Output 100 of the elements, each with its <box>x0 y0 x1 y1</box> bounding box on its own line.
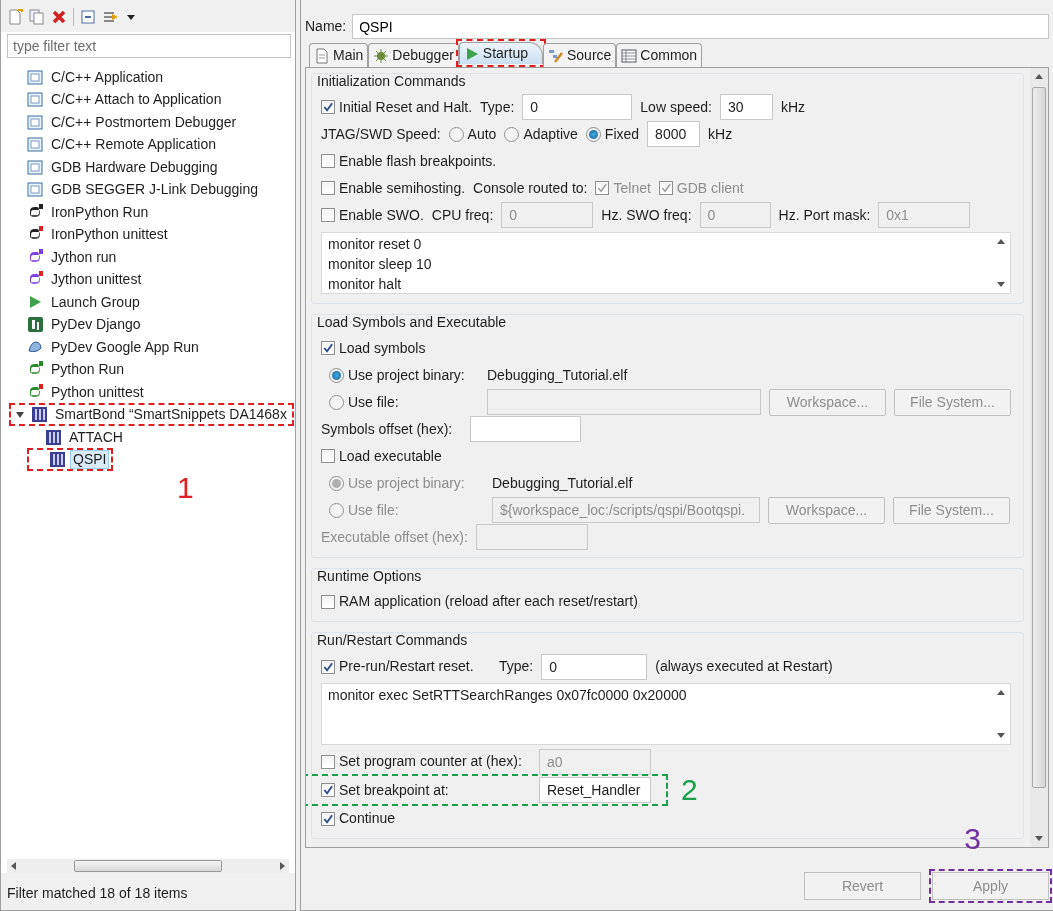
checkbox-label[interactable]: Continue <box>339 810 396 828</box>
checkbox-label[interactable]: Initial Reset and Halt. <box>339 98 473 116</box>
checkbox-label[interactable]: Enable SWO. <box>339 206 424 224</box>
tree-item[interactable]: Launch Group <box>48 292 143 312</box>
c-file-icon <box>27 68 44 86</box>
callout-number: 2 <box>681 775 698 806</box>
radio-button[interactable] <box>329 367 344 383</box>
text-field[interactable]: Reset_Handler <box>539 777 651 804</box>
checkbox[interactable] <box>321 659 335 674</box>
checkbox[interactable] <box>321 754 335 769</box>
field-label: Low speed: <box>640 98 712 116</box>
tree-item[interactable]: GDB Hardware Debugging <box>48 157 221 177</box>
field-label: kHz <box>780 98 806 116</box>
bug-icon <box>373 47 390 64</box>
field-label: Executable offset (hex): <box>321 528 468 546</box>
checkbox[interactable] <box>321 100 335 115</box>
c-file-icon <box>27 136 44 154</box>
radio-label[interactable]: Fixed <box>604 125 640 143</box>
tree-item[interactable]: SmartBond “SmartSnippets DA1468x <box>52 405 290 425</box>
field-label: Debugging_Tutorial.elf <box>487 366 628 384</box>
tree-item[interactable]: PyDev Django <box>48 315 144 335</box>
new-file-icon[interactable] <box>7 9 23 25</box>
tab[interactable]: Source <box>543 43 617 67</box>
c-file-icon <box>27 158 44 176</box>
collapse-icon[interactable] <box>80 9 96 25</box>
tab[interactable]: Startup <box>458 42 543 64</box>
checkbox-label[interactable]: Set program counter at (hex): <box>339 753 522 771</box>
field-label: CPU freq: <box>431 206 494 224</box>
expand-toggle-icon[interactable] <box>16 411 24 418</box>
tree-item[interactable]: IronPython unittest <box>48 225 171 245</box>
c-file-icon <box>27 113 44 131</box>
text-area[interactable]: monitor exec SetRTTSearchRanges 0x07fc0000 0x20000 <box>321 683 1011 746</box>
checkbox[interactable] <box>321 449 335 464</box>
duplicate-icon[interactable] <box>29 9 45 25</box>
checkbox-label[interactable]: Load executable <box>339 447 442 465</box>
checkbox-label[interactable]: Set breakpoint at: <box>339 781 449 799</box>
text-field[interactable]: 0 <box>541 653 648 680</box>
text-field[interactable]: 0 <box>522 94 633 121</box>
delete-icon[interactable] <box>51 9 67 25</box>
checkbox[interactable] <box>321 341 335 356</box>
table-icon <box>621 47 638 64</box>
text-area[interactable]: monitor reset 0 monitor sleep 10 monitor halt <box>321 231 1011 294</box>
filter-icon[interactable] <box>102 9 120 25</box>
radio-button[interactable] <box>329 394 344 410</box>
tab[interactable]: Debugger <box>368 43 459 67</box>
tree-item[interactable]: C/C++ Application <box>48 67 167 87</box>
text-field[interactable]: 30 <box>719 94 773 121</box>
field-label: kHz <box>708 125 733 143</box>
checkbox[interactable] <box>321 181 335 196</box>
checkbox-label[interactable]: Pre-run/Restart reset. <box>339 658 474 676</box>
field-label: Console routed to: <box>473 179 588 197</box>
tab[interactable]: Main <box>309 43 369 67</box>
vertical-scrollbar[interactable] <box>1030 68 1048 847</box>
radio-label[interactable]: Adaptive <box>523 125 578 143</box>
checkbox-label[interactable]: Enable flash breakpoints. <box>339 152 497 170</box>
tree-item[interactable]: C/C++ Postmortem Debugger <box>48 112 240 132</box>
radio-button[interactable] <box>585 126 601 142</box>
tree-item[interactable]: Jython run <box>48 247 120 267</box>
tab[interactable]: Common <box>616 43 703 67</box>
text-field[interactable]: 8000 <box>647 121 701 148</box>
field-label: (always executed at Restart) <box>655 658 833 676</box>
status-text: Filter matched 18 of 18 items <box>1 873 295 910</box>
field-label: JTAG/SWD Speed: <box>321 125 441 143</box>
field-label: Type: <box>499 658 534 676</box>
pencil-icon <box>548 47 564 64</box>
name-field[interactable]: QSPI <box>352 14 1049 39</box>
text-field[interactable] <box>470 416 581 443</box>
tree-item[interactable]: IronPython Run <box>48 202 152 222</box>
checkbox-label[interactable]: Load symbols <box>339 339 426 357</box>
radio-label[interactable]: Use file: <box>348 393 399 411</box>
tree-item[interactable]: Python unittest <box>48 382 147 402</box>
checkbox[interactable] <box>321 208 335 223</box>
filter-field[interactable]: type filter text <box>7 34 291 58</box>
tree-item[interactable]: ATTACH <box>66 427 126 447</box>
callout-number: 1 <box>177 473 194 503</box>
radio-label[interactable]: Use project binary: <box>348 366 465 384</box>
checkbox[interactable] <box>321 594 335 609</box>
tree-item[interactable]: GDB SEGGER J-Link Debugging <box>48 180 261 200</box>
tree-item[interactable]: QSPI <box>70 450 110 470</box>
checkbox-label[interactable]: Enable semihosting. <box>339 179 466 197</box>
checkbox-label[interactable]: RAM application (reload after each reset/restart) <box>339 593 638 611</box>
tree-item[interactable]: Python Run <box>48 360 128 380</box>
tree-item[interactable]: Jython unittest <box>48 270 145 290</box>
horizontal-scrollbar[interactable] <box>7 859 289 874</box>
radio-button[interactable] <box>504 126 520 142</box>
c-file-icon <box>27 91 44 109</box>
checkbox[interactable] <box>321 811 335 826</box>
checkbox[interactable] <box>321 154 335 169</box>
group-title: Load Symbols and Executable <box>317 313 508 331</box>
radio-button[interactable] <box>448 126 464 142</box>
radio-label[interactable]: Auto <box>467 125 497 143</box>
name-label: Name: <box>305 18 347 35</box>
c-file-icon <box>27 181 44 199</box>
tree-item[interactable]: C/C++ Remote Application <box>48 135 219 155</box>
command-text: monitor reset 0 monitor sleep 10 monitor halt <box>327 234 433 293</box>
field-label: Type: <box>480 98 515 116</box>
tree-item[interactable]: C/C++ Attach to Application <box>48 90 225 110</box>
tree-item[interactable]: PyDev Google App Run <box>48 337 202 357</box>
checkbox[interactable] <box>321 783 335 798</box>
callout-number: 3 <box>964 824 981 854</box>
